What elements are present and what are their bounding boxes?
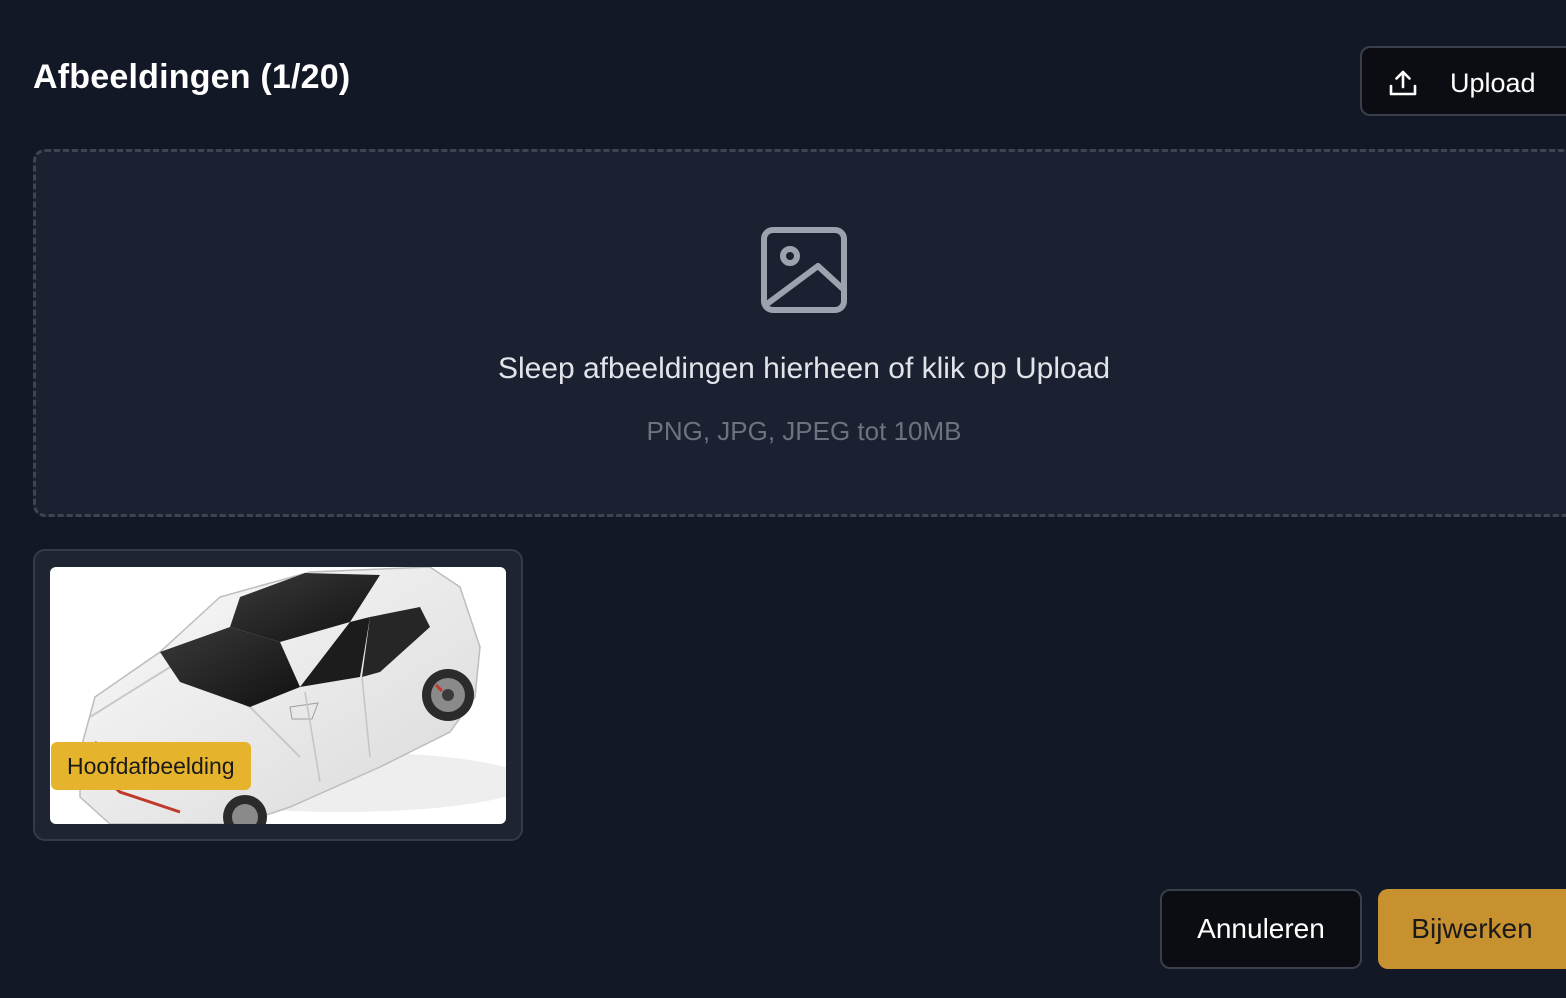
- page-title: Afbeeldingen (1/20): [33, 58, 351, 96]
- update-button[interactable]: Bijwerken: [1378, 889, 1566, 969]
- dropzone-file-types: PNG, JPG, JPEG tot 10MB: [646, 416, 962, 446]
- image-icon: [761, 227, 847, 313]
- dropzone-instruction: Sleep afbeeldingen hierheen of klik op U…: [497, 352, 1111, 385]
- upload-icon: [1389, 70, 1417, 96]
- cancel-button[interactable]: Annuleren: [1160, 889, 1362, 969]
- image-manager: Afbeeldingen (1/20) Upload Sleep afbeeld…: [0, 0, 1566, 998]
- upload-button[interactable]: Upload: [1360, 46, 1566, 116]
- image-dropzone[interactable]: Sleep afbeeldingen hierheen of klik op U…: [33, 149, 1566, 517]
- image-thumbnail-card[interactable]: Hoofdafbeelding: [33, 549, 523, 841]
- upload-button-label: Upload: [1450, 68, 1536, 98]
- main-image-badge: Hoofdafbeelding: [51, 742, 251, 790]
